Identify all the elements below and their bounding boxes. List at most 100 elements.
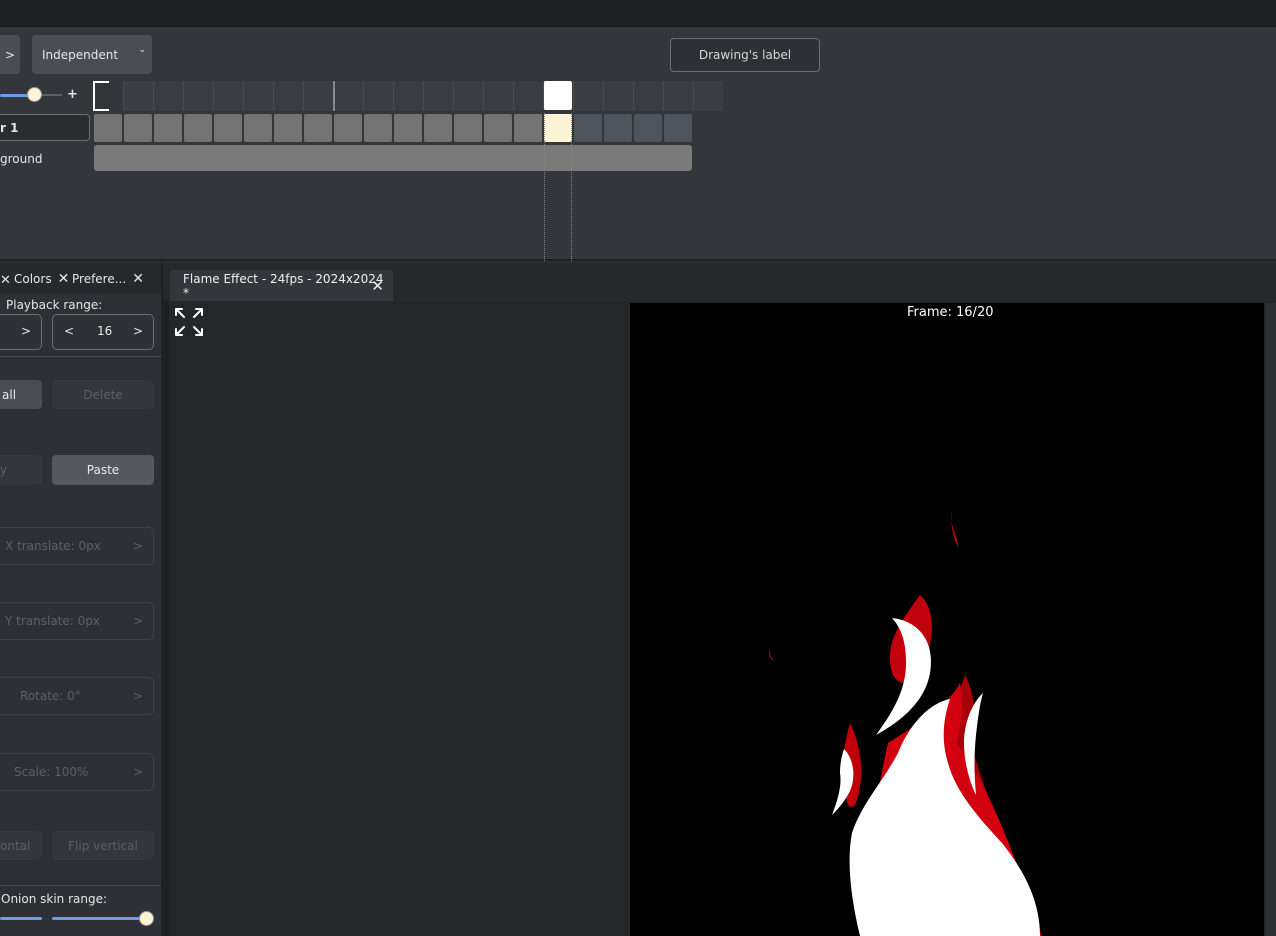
frame-header-cell[interactable]: [363, 81, 393, 111]
slider-handle[interactable]: [27, 87, 42, 102]
flip-horizontal-button[interactable]: ontal: [0, 831, 42, 860]
layer-name-field[interactable]: r 1: [0, 114, 90, 141]
frame-header-cell[interactable]: [483, 81, 513, 111]
frame-header-cell[interactable]: [243, 81, 273, 111]
onion-skin-slider-right[interactable]: [52, 911, 154, 926]
layer-frames-row: [93, 113, 693, 143]
frame-header-cell[interactable]: [123, 81, 153, 111]
flip-vertical-button[interactable]: Flip vertical: [52, 831, 154, 860]
drawing-canvas[interactable]: Frame: 16/20: [630, 303, 1264, 936]
document-tab[interactable]: Flame Effect - 24fps - 2024x2024 * ✕: [170, 270, 393, 301]
chevron-down-icon: ⌄: [138, 45, 146, 55]
document-tab-title: Flame Effect - 24fps - 2024x2024 *: [183, 271, 384, 300]
frame-header-cell[interactable]: [573, 81, 603, 111]
frame-cell[interactable]: [124, 114, 152, 142]
y-translate-field[interactable]: Y translate: 0px >: [0, 602, 154, 640]
panel-splitter[interactable]: [161, 263, 169, 936]
frame-header-cell[interactable]: [303, 81, 333, 111]
frame-cell[interactable]: [484, 114, 512, 142]
frame-header-cell[interactable]: [663, 81, 693, 111]
copy-button[interactable]: y: [0, 455, 42, 485]
frame-header-cell[interactable]: [273, 81, 303, 111]
frame-header-cell[interactable]: [693, 81, 723, 111]
frame-header-cell[interactable]: [93, 81, 109, 111]
frame-header-cell[interactable]: [153, 81, 183, 111]
field-label: Scale: 100%: [14, 765, 89, 779]
zoom-in-button[interactable]: +: [67, 87, 78, 102]
frame-header-cell[interactable]: [513, 81, 543, 111]
frame-cell[interactable]: [634, 114, 662, 142]
frame-cell[interactable]: [334, 114, 362, 142]
layer-name-text: r 1: [0, 121, 19, 135]
tab-label: Colors: [14, 272, 52, 286]
tab-colors[interactable]: Colors ✕: [14, 271, 69, 287]
frame-header-cell[interactable]: [543, 81, 572, 110]
range-end-stepper[interactable]: < 16 >: [52, 314, 154, 350]
playhead-line-left: [544, 113, 545, 261]
frame-header-cell[interactable]: [183, 81, 213, 111]
fullscreen-icon[interactable]: [173, 306, 205, 338]
stepper-next-button[interactable]: >: [133, 324, 143, 338]
field-next-button[interactable]: >: [133, 689, 143, 703]
rotate-field[interactable]: Rotate: 0° >: [0, 677, 154, 715]
layer-frames-block[interactable]: [94, 145, 692, 171]
select-all-button[interactable]: all: [0, 380, 42, 409]
range-start-stepper[interactable]: >: [0, 314, 42, 350]
delete-button[interactable]: Delete: [52, 380, 154, 409]
field-next-button[interactable]: >: [133, 614, 143, 628]
frame-header-cell[interactable]: [333, 81, 363, 111]
frame-indicator: Frame: 16/20: [907, 305, 994, 320]
frame-cell[interactable]: [544, 114, 572, 142]
frame-cell[interactable]: [604, 114, 632, 142]
viewport-scrollbar[interactable]: [1266, 303, 1276, 936]
frame-cell[interactable]: [214, 114, 242, 142]
frame-cell[interactable]: [154, 114, 182, 142]
next-frame-button[interactable]: >: [0, 35, 20, 74]
tab-preferences[interactable]: Prefere... ✕: [72, 271, 144, 287]
frame-cell[interactable]: [454, 114, 482, 142]
close-icon[interactable]: ✕: [0, 273, 11, 288]
field-next-button[interactable]: >: [133, 539, 143, 553]
frame-cell[interactable]: [574, 114, 602, 142]
stepper-prev-button[interactable]: <: [64, 324, 74, 338]
x-translate-field[interactable]: X translate: 0px >: [0, 527, 154, 565]
frame-cell[interactable]: [184, 114, 212, 142]
close-icon[interactable]: ✕: [58, 271, 70, 287]
frame-cell[interactable]: [394, 114, 422, 142]
scale-field[interactable]: Scale: 100% >: [0, 753, 154, 791]
onion-skin-slider-left[interactable]: [0, 917, 42, 920]
frame-header-cell[interactable]: [633, 81, 663, 111]
frame-cell[interactable]: [424, 114, 452, 142]
frame-header-cell[interactable]: [393, 81, 423, 111]
timeline-mode-value: Independent: [42, 47, 119, 62]
timeline-zoom-slider[interactable]: [0, 87, 62, 102]
drawings-label-button[interactable]: Drawing's label: [670, 38, 820, 72]
frame-cell[interactable]: [364, 114, 392, 142]
section-divider: [0, 356, 161, 357]
frame-header-cell[interactable]: [453, 81, 483, 111]
field-label: X translate: 0px: [5, 539, 101, 553]
stepper-next-button[interactable]: >: [21, 324, 31, 338]
frame-cell[interactable]: [304, 114, 332, 142]
timeline-mode-select[interactable]: Independent ⌄: [32, 35, 152, 74]
tab-label: Prefere...: [72, 272, 127, 286]
frame-cell[interactable]: [514, 114, 542, 142]
title-bar: [0, 0, 1276, 27]
field-next-button[interactable]: >: [133, 765, 143, 779]
section-divider: [0, 885, 161, 886]
frame-cell[interactable]: [274, 114, 302, 142]
frame-header-cell[interactable]: [603, 81, 633, 111]
frame-header-cell[interactable]: [423, 81, 453, 111]
playhead-line-right: [571, 113, 572, 261]
frame-cell[interactable]: [244, 114, 272, 142]
frame-header-row: [93, 81, 723, 111]
slider-handle[interactable]: [139, 911, 154, 926]
range-end-value: 16: [97, 324, 113, 338]
frame-header-cell[interactable]: [213, 81, 243, 111]
frame-cell[interactable]: [664, 114, 692, 142]
close-icon[interactable]: ✕: [132, 271, 144, 287]
flame-drawing: [769, 511, 1042, 936]
close-icon[interactable]: ✕: [371, 277, 384, 295]
frame-cell[interactable]: [94, 114, 122, 142]
paste-button[interactable]: Paste: [52, 455, 154, 485]
